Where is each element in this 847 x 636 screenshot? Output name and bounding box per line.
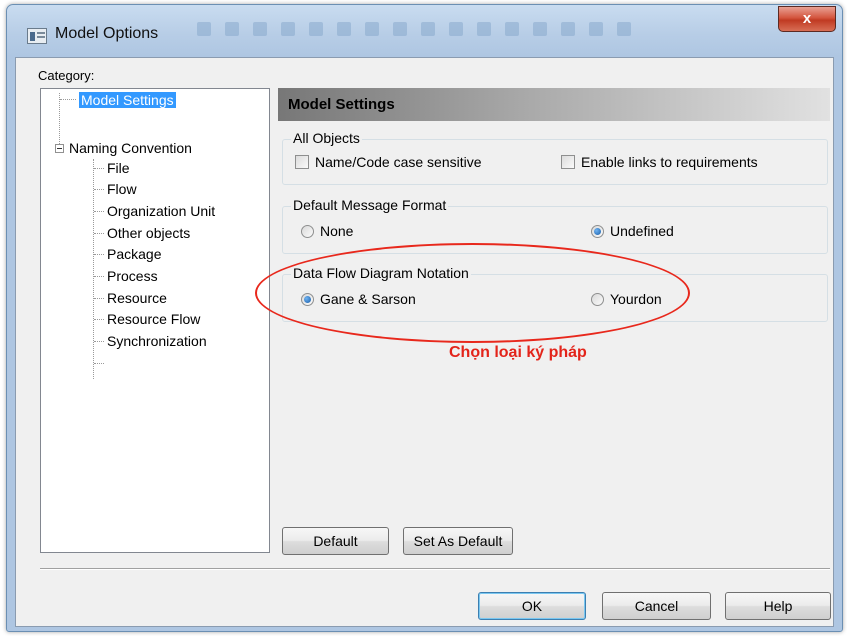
collapse-toggle-icon[interactable] (55, 144, 64, 153)
tree-item-process[interactable]: Process (107, 267, 158, 286)
window-title: Model Options (55, 25, 159, 42)
app-icon (27, 28, 47, 44)
case-sensitive-checkbox[interactable]: Name/Code case sensitive (295, 154, 482, 170)
help-button[interactable]: Help (725, 592, 831, 620)
category-label: Category: (38, 68, 95, 83)
tree-item-organization-unit[interactable]: Organization Unit (107, 202, 215, 221)
tree-item-model-settings[interactable]: Model Settings (79, 91, 176, 110)
highlight-ellipse (255, 243, 690, 343)
set-as-default-button[interactable]: Set As Default (403, 527, 513, 555)
tree-item-naming-convention[interactable]: Naming Convention (69, 139, 192, 158)
title-bar[interactable]: Model Options x (7, 5, 842, 59)
message-format-undefined-radio[interactable]: Undefined (591, 223, 674, 239)
footer-divider (40, 568, 830, 570)
tree-item-flow[interactable]: Flow (107, 180, 137, 199)
tree-item-resource-flow[interactable]: Resource Flow (107, 310, 200, 329)
title-bar-toolbar-ghost (197, 13, 737, 45)
close-button[interactable]: x (778, 6, 836, 32)
tree-item-file[interactable]: File (107, 159, 130, 178)
checkbox-icon (561, 155, 575, 169)
default-button[interactable]: Default (282, 527, 389, 555)
category-tree[interactable]: Model Settings Naming Convention File Fl… (40, 88, 270, 553)
all-objects-legend: All Objects (291, 130, 362, 146)
message-format-legend: Default Message Format (291, 197, 449, 213)
ok-button[interactable]: OK (478, 592, 586, 620)
tree-item-resource[interactable]: Resource (107, 289, 167, 308)
dialog-body: Category: Model Settings Naming Conventi… (15, 57, 834, 627)
close-icon: x (802, 10, 812, 27)
message-format-none-radio[interactable]: None (301, 223, 353, 239)
radio-icon (301, 224, 314, 238)
checkbox-icon (295, 155, 309, 169)
cancel-button[interactable]: Cancel (602, 592, 711, 620)
all-objects-group: All Objects Name/Code case sensitive Ena… (282, 130, 828, 185)
radio-selected-icon (591, 224, 604, 238)
panel-title: Model Settings (278, 88, 830, 121)
annotation-text: Chọn loại ký pháp (449, 344, 587, 361)
tree-item-synchronization[interactable]: Synchronization (107, 332, 207, 351)
tree-item-package[interactable]: Package (107, 245, 161, 264)
tree-item-other-objects[interactable]: Other objects (107, 224, 190, 243)
enable-links-checkbox[interactable]: Enable links to requirements (561, 154, 758, 170)
